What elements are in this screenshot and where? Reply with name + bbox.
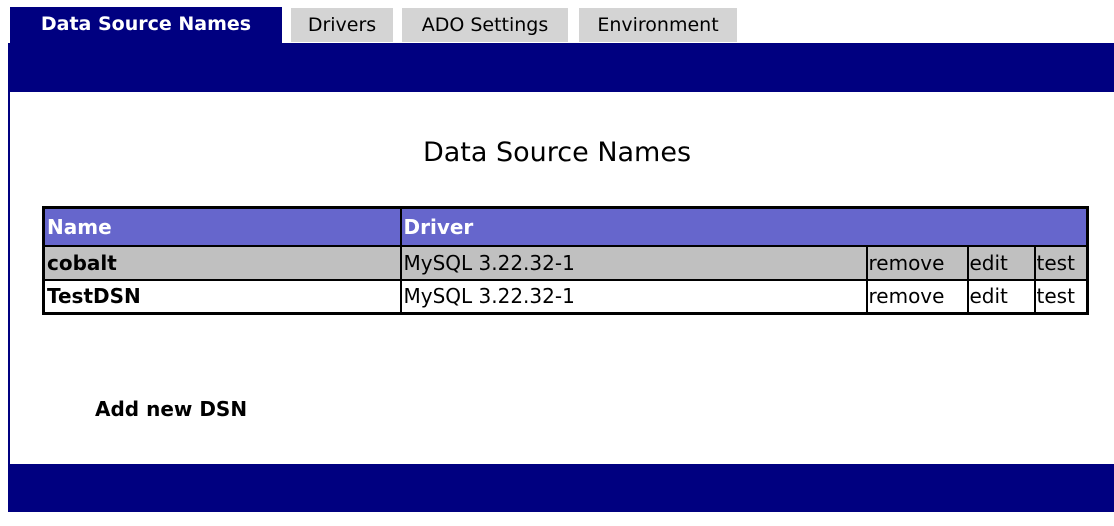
test-link[interactable]: test: [1033, 244, 1089, 281]
remove-link[interactable]: remove: [865, 278, 969, 315]
dsn-table: Name Driver cobalt MySQL 3.22.32-1 remov…: [42, 206, 1089, 315]
bottom-banner: [8, 464, 1114, 512]
tab-ado-settings[interactable]: ADO Settings: [402, 8, 568, 42]
dsn-driver-cell: MySQL 3.22.32-1: [399, 278, 868, 315]
dsn-driver-cell: MySQL 3.22.32-1: [399, 244, 868, 281]
test-link[interactable]: test: [1033, 278, 1089, 315]
table-header-row: Name Driver: [42, 206, 1089, 247]
dsn-name-cell: cobalt: [42, 244, 402, 281]
tab-bar: Data Source Names Drivers ADO Settings E…: [0, 0, 1114, 43]
tab-drivers[interactable]: Drivers: [291, 8, 393, 42]
tab-environment[interactable]: Environment: [579, 8, 737, 42]
column-header-name: Name: [42, 206, 402, 247]
edit-link[interactable]: edit: [966, 244, 1036, 281]
table-row: TestDSN MySQL 3.22.32-1 remove edit test: [42, 278, 1089, 315]
dsn-name-cell: TestDSN: [42, 278, 402, 315]
remove-link[interactable]: remove: [865, 244, 969, 281]
column-header-driver: Driver: [399, 206, 1089, 247]
page-title: Data Source Names: [422, 137, 692, 168]
add-new-dsn-link[interactable]: Add new DSN: [95, 397, 247, 421]
tab-data-source-names[interactable]: Data Source Names: [10, 7, 282, 43]
table-row: cobalt MySQL 3.22.32-1 remove edit test: [42, 244, 1089, 281]
top-banner: [8, 43, 1114, 92]
edit-link[interactable]: edit: [966, 278, 1036, 315]
